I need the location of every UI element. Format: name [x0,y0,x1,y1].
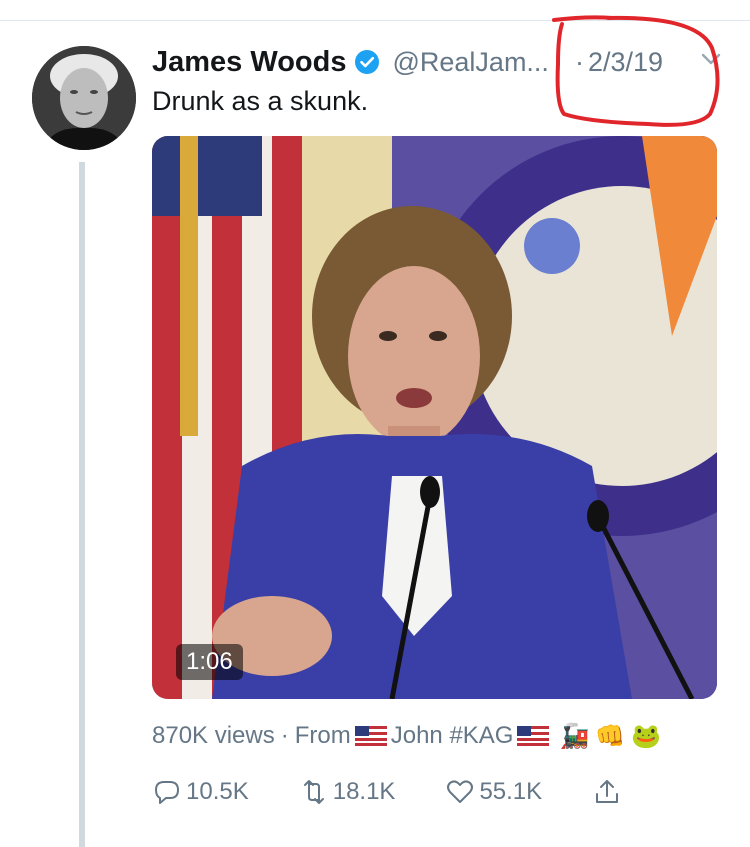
share-button[interactable] [592,777,626,807]
retweet-count: 18.1K [332,778,396,805]
train-emoji: 🚂 [559,722,590,750]
thread-line [79,162,85,847]
top-divider [0,20,750,21]
author-display-name[interactable]: James Woods [152,46,346,79]
reply-button[interactable]: 10.5K [152,777,249,807]
avatar[interactable] [32,46,136,150]
tweet-timestamp[interactable]: 2/3/19 [588,47,663,78]
reply-icon [155,781,179,804]
heart-icon [447,780,474,803]
chevron-down-icon[interactable] [700,48,722,70]
retweet-icon [303,780,324,804]
us-flag-icon [517,726,550,746]
retweet-button[interactable]: 18.1K [299,777,396,807]
like-button[interactable]: 55.1K [445,777,542,807]
like-count: 55.1K [479,778,543,805]
separator-dot: · [574,46,584,77]
video-duration: 1:06 [176,644,243,680]
source-name[interactable]: John #KAG [391,722,514,750]
source-prefix: From [294,722,351,749]
verified-badge-icon [354,49,380,75]
fist-emoji: 👊 [595,722,626,750]
tweet-header: James Woods @RealJam... · 2/3/19 [152,40,663,84]
frog-emoji: 🐸 [631,722,662,750]
tweet-text: Drunk as a skunk. [152,86,369,116]
us-flag-icon [354,726,387,746]
meta-separator: · [280,722,289,749]
author-handle[interactable]: @RealJam... [392,47,548,78]
share-icon [596,780,619,803]
tweet-actions: 10.5K 18.1K 55.1K [152,772,626,812]
tweet-video[interactable]: 1:06 [152,136,717,699]
video-thumbnail [152,136,717,699]
view-count: 870K views [152,722,275,749]
reply-count: 10.5K [186,778,249,805]
avatar-image [32,46,136,150]
tweet-meta: 870K views · From John #KAG 🚂 👊 🐸 [152,720,661,752]
